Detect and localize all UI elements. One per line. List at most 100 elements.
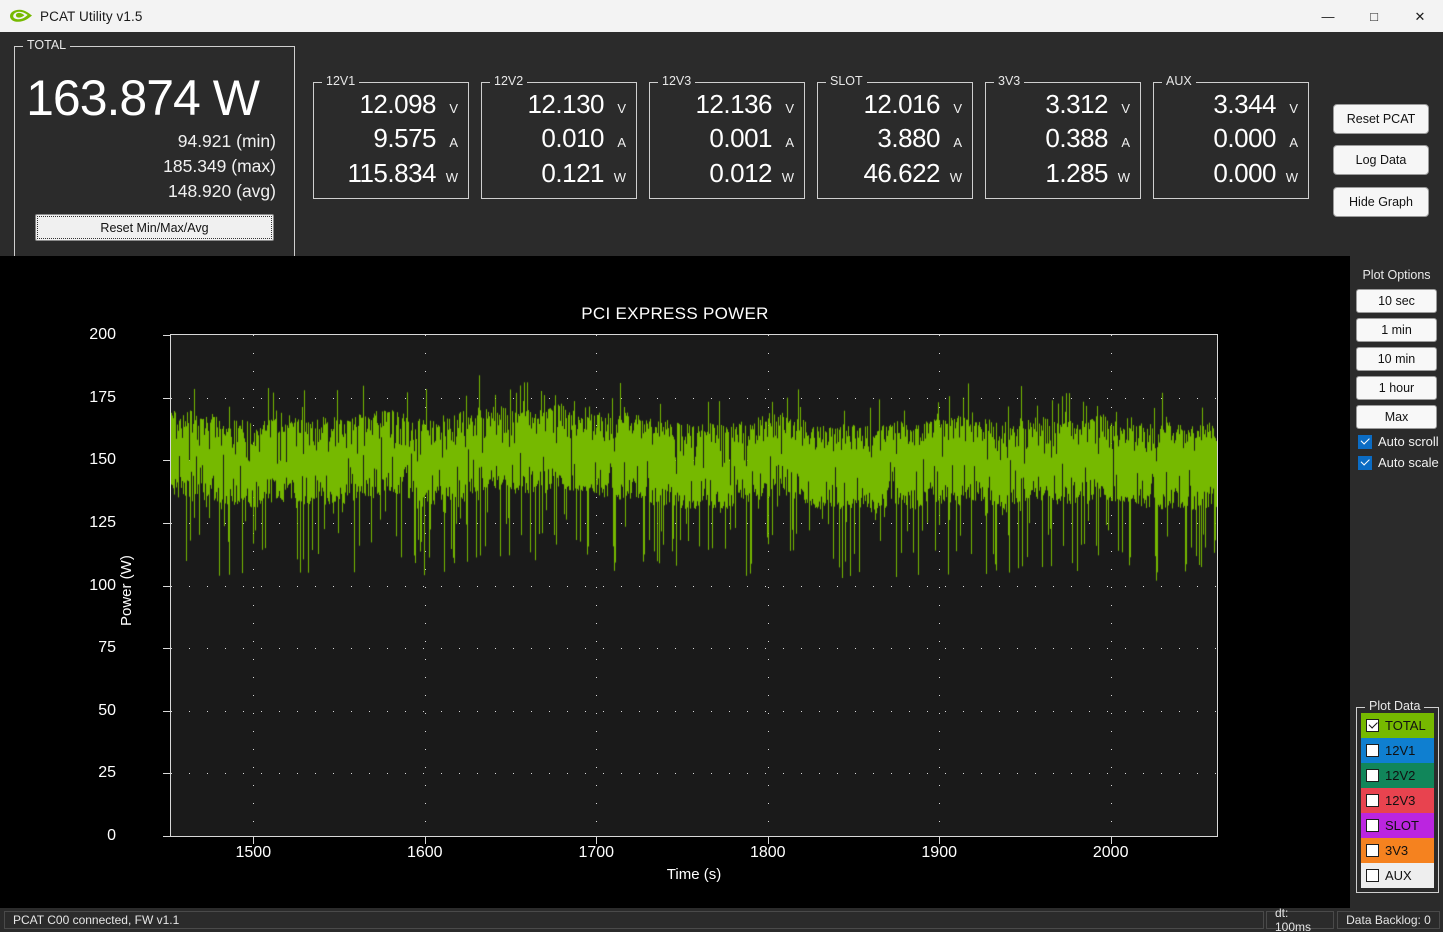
x-tick-label: 1700 [578,844,615,861]
plot-data-item-slot[interactable]: SLOT [1361,813,1434,838]
auto-scroll-row[interactable]: Auto scroll [1358,434,1439,449]
reset-pcat-button[interactable]: Reset PCAT [1333,104,1429,134]
rail-rows: 12.098 V 9.575 A 115.834 W [320,89,458,192]
auto-scroll-checkbox[interactable] [1358,434,1372,449]
rail-power-unit: W [1285,169,1298,185]
total-avg-value: 148.920 [167,181,232,201]
plot-data-item-12v1[interactable]: 12V1 [1361,738,1434,763]
rail-label-12v3: 12V3 [658,75,696,88]
plot-data-item-12v3[interactable]: 12V3 [1361,788,1434,813]
rail-power-value: 0.000 [1213,157,1276,188]
rail-group-12v1: 12V1 12.098 V 9.575 A 115.834 W [313,75,469,199]
y-tick-mark [163,586,170,587]
window-title: PCAT Utility v1.5 [40,8,143,24]
plot-data-checkbox-slot[interactable] [1366,819,1379,832]
plot-data-list: TOTAL 12V1 12V2 12V3 SLOT 3V3 AUX [1361,713,1434,888]
x-tick-mark [253,837,254,844]
plot-range-1-min-button[interactable]: 1 min [1356,318,1437,342]
rail-group-3v3: 3V3 3.312 V 0.388 A 1.285 W [985,75,1141,199]
rail-current-row: 3.880 A [824,123,962,157]
rail-power-unit: W [781,169,794,185]
total-min-value: 94.921 [177,131,232,151]
rail-current-row: 0.001 A [656,123,794,157]
x-tick-label: 1900 [921,844,957,861]
rail-current-row: 9.575 A [320,123,458,157]
log-data-button[interactable]: Log Data [1333,145,1429,175]
rail-power-row: 0.012 W [656,158,794,192]
hide-graph-button[interactable]: Hide Graph [1333,187,1429,217]
pcat-utility-window: PCAT Utility v1.5 — □ ✕ TOTAL 163.874 W … [0,0,1443,932]
plot-data-item-3v3[interactable]: 3V3 [1361,838,1434,863]
auto-scroll-label: Auto scroll [1378,434,1439,449]
rail-label-aux: AUX [1162,75,1196,88]
rail-voltage-value: 12.016 [863,89,940,119]
rail-voltage-row: 3.344 V [1160,89,1298,123]
y-tick-mark [163,836,170,837]
rail-voltage-unit: V [1121,101,1130,116]
reset-min-max-avg-button[interactable]: Reset Min/Max/Avg [35,214,274,241]
rail-current-unit: A [617,135,626,151]
rail-voltage-row: 12.130 V [488,89,626,123]
plot-range-max-button[interactable]: Max [1356,405,1437,429]
total-power-trace [171,335,1217,836]
y-tick-mark [163,460,170,461]
plot-range-10-sec-button[interactable]: 10 sec [1356,289,1437,313]
x-tick-mark [596,837,597,844]
rail-voltage-value: 3.344 [1213,89,1276,119]
rail-current-unit: A [785,135,794,151]
dt-status: dt: 100ms [1266,906,1334,932]
plot-data-label-12v2: 12V2 [1385,768,1416,783]
title-bar: PCAT Utility v1.5 — □ ✕ [0,0,1443,32]
x-tick-label: 1500 [235,844,272,861]
backlog-status: Data Backlog: 0 [1337,911,1440,929]
rail-voltage-value: 3.312 [1045,89,1108,119]
y-tick-label: 50 [98,701,116,719]
plot-axes[interactable] [170,334,1218,837]
rail-current-value: 0.388 [1045,123,1108,154]
rail-power-row: 46.622 W [824,158,962,192]
plot-data-group: Plot Data TOTAL 12V1 12V2 12V3 SLOT 3V3 AUX [1356,700,1439,893]
plot-data-checkbox-12v2[interactable] [1366,769,1379,782]
plot-data-checkbox-aux[interactable] [1366,869,1379,882]
total-max-row: 185.349 (max) [140,154,276,179]
y-tick-label: 25 [98,764,116,782]
rail-label-3v3: 3V3 [994,75,1025,88]
plot-range-1-hour-button[interactable]: 1 hour [1356,376,1437,400]
maximize-icon[interactable]: □ [1351,0,1397,32]
total-min-label: (min) [236,131,276,151]
rail-rows: 3.312 V 0.388 A 1.285 W [992,89,1130,192]
plot-data-item-aux[interactable]: AUX [1361,863,1434,888]
plot-data-item-total[interactable]: TOTAL [1361,713,1434,738]
y-tick-mark [163,398,170,399]
rail-current-unit: A [953,135,962,151]
plot-data-group-label: Plot Data [1365,700,1425,713]
rail-voltage-value: 12.136 [695,89,772,119]
y-tick-mark [163,335,170,336]
total-stats: 94.921 (min) 185.349 (max) 148.920 (avg) [140,129,276,204]
rail-group-aux: AUX 3.344 V 0.000 A 0.000 W [1153,75,1309,199]
status-bar: PCAT C00 connected, FW v1.1 dt: 100ms Da… [0,906,1443,932]
rail-power-unit: W [445,169,458,185]
plot-data-checkbox-total[interactable] [1366,719,1379,732]
plot-range-10-min-button[interactable]: 10 min [1356,347,1437,371]
auto-scale-checkbox[interactable] [1358,455,1372,470]
rail-rows: 12.016 V 3.880 A 46.622 W [824,89,962,192]
total-power-value: 163.874 W [26,70,260,126]
y-tick-label: 75 [98,639,116,657]
total-group-label: TOTAL [23,39,71,52]
plot-data-label-aux: AUX [1385,868,1412,883]
plot-data-item-12v2[interactable]: 12V2 [1361,763,1434,788]
auto-scale-row[interactable]: Auto scale [1358,455,1439,470]
plot-data-checkbox-12v1[interactable] [1366,744,1379,757]
rail-voltage-row: 12.136 V [656,89,794,123]
plot-data-checkbox-3v3[interactable] [1366,844,1379,857]
plot-data-checkbox-12v3[interactable] [1366,794,1379,807]
minimize-icon[interactable]: — [1305,0,1351,32]
rail-current-unit: A [449,135,458,151]
y-tick-mark [163,648,170,649]
auto-scale-label: Auto scale [1378,455,1439,470]
rail-current-unit: A [1121,135,1130,151]
rail-voltage-row: 12.098 V [320,89,458,123]
close-icon[interactable]: ✕ [1397,0,1443,32]
rail-rows: 12.130 V 0.010 A 0.121 W [488,89,626,192]
